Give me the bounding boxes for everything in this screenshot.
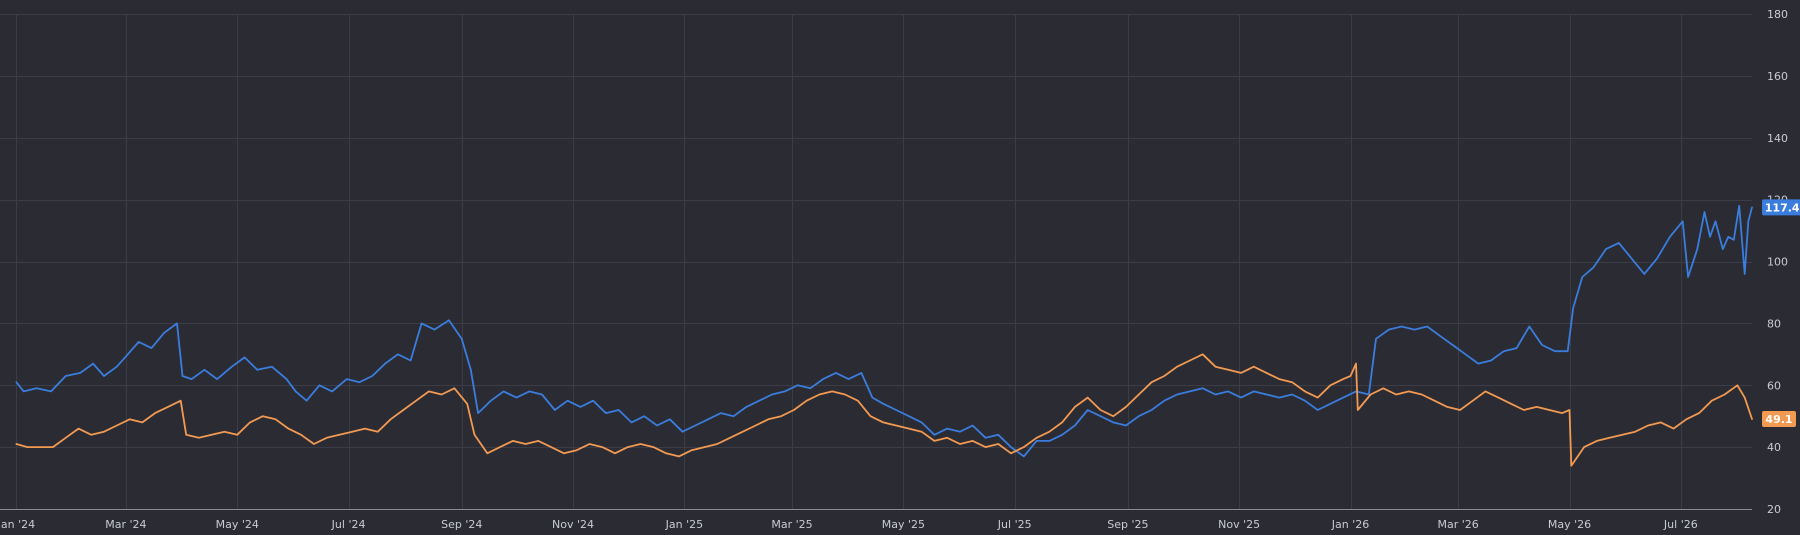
y-tick-label: 180 [1767, 8, 1788, 21]
x-tick-label: Jan '24 [0, 518, 35, 531]
y-tick-label: 100 [1767, 256, 1788, 269]
line-chart: 20406080100120140160180Jan '24Mar '24May… [0, 8, 1800, 531]
x-tick-label: May '25 [882, 518, 925, 531]
series-line-1 [15, 204, 1753, 458]
badge-layer: 117.49 49.1 [1762, 199, 1800, 427]
x-tick-label: Nov '25 [1218, 518, 1260, 531]
series-layer [15, 204, 1753, 467]
x-tick-label: Jul '25 [997, 518, 1032, 531]
y-tick-label: 60 [1767, 379, 1781, 392]
chart-container: 20406080100120140160180Jan '24Mar '24May… [0, 0, 1800, 535]
x-tick-label: Jan '26 [1331, 518, 1369, 531]
x-tick-label: Jul '24 [331, 518, 366, 531]
x-tick-label: Mar '24 [105, 518, 146, 531]
x-tick-label: Jan '25 [665, 518, 703, 531]
y-tick-label: 20 [1767, 503, 1781, 516]
x-tick-label: Mar '26 [1438, 518, 1479, 531]
x-tick-label: Nov '24 [552, 518, 594, 531]
axis-layer: 20406080100120140160180Jan '24Mar '24May… [0, 8, 1788, 531]
y-tick-label: 40 [1767, 441, 1781, 454]
x-tick-label: Sep '24 [441, 518, 482, 531]
x-tick-label: May '24 [216, 518, 259, 531]
x-tick-label: Jul '26 [1663, 518, 1698, 531]
x-tick-label: Sep '25 [1107, 518, 1148, 531]
y-tick-label: 160 [1767, 70, 1788, 83]
x-tick-label: May '26 [1548, 518, 1591, 531]
x-tick-label: Mar '25 [771, 518, 812, 531]
y-tick-label: 80 [1767, 317, 1781, 330]
last-value-label: 117.49 [1765, 201, 1800, 214]
grid-layer [0, 14, 1752, 509]
last-value-label: 49.1 [1765, 413, 1792, 426]
y-tick-label: 140 [1767, 132, 1788, 145]
